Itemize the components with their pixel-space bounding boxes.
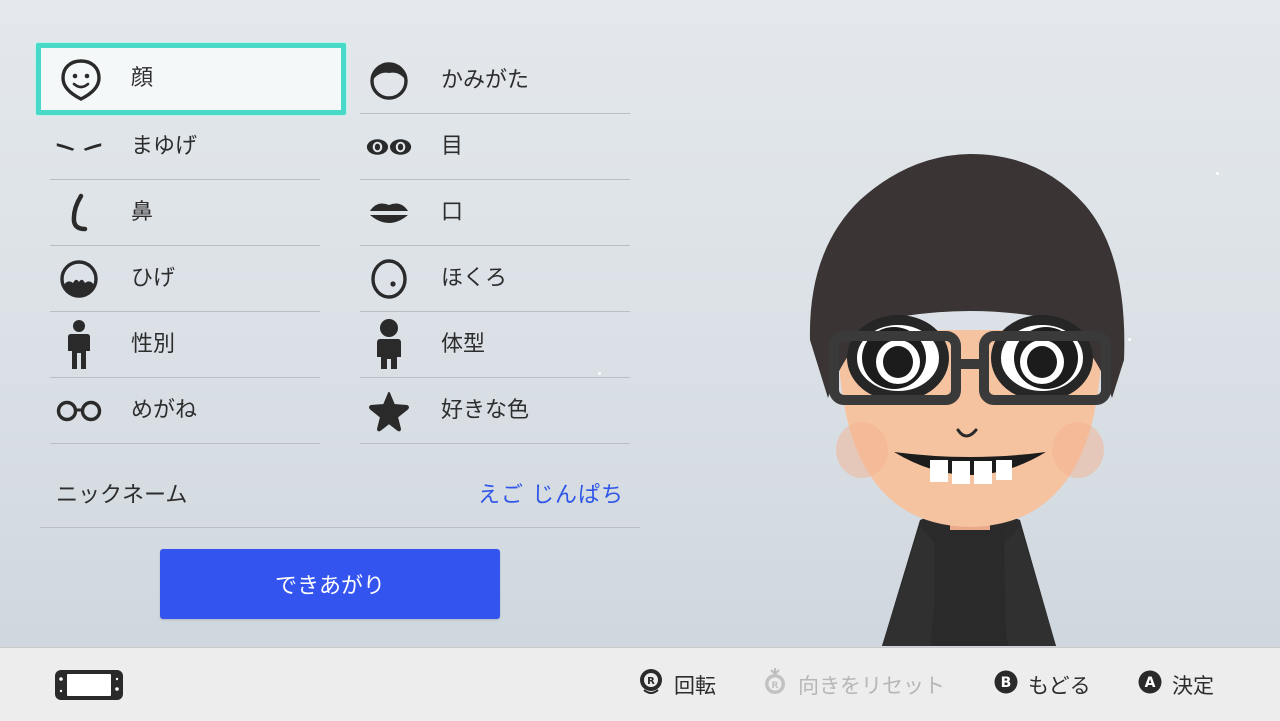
- menu-item-face[interactable]: 顔: [36, 43, 346, 115]
- menu-item-hairstyle[interactable]: かみがた: [350, 48, 630, 114]
- menu-item-eyebrows[interactable]: まゆげ: [40, 114, 320, 180]
- menu-item-label: 目: [441, 134, 464, 159]
- menu-item-glasses[interactable]: めがね: [40, 378, 320, 444]
- nickname-value[interactable]: えご じんぱち: [478, 466, 624, 526]
- divider: [360, 443, 630, 444]
- hint-label: 決定: [1172, 673, 1214, 698]
- r-stick-press-icon: R: [762, 667, 788, 702]
- mouth-icon: [364, 193, 414, 233]
- divider: [40, 527, 640, 528]
- menu-item-beard[interactable]: ひげ: [40, 246, 320, 312]
- body-type-icon: [364, 319, 414, 369]
- menu-item-gender[interactable]: 性別: [40, 312, 320, 378]
- svg-text:A: A: [1145, 675, 1156, 691]
- menu-item-label: かみがた: [441, 68, 530, 93]
- done-button[interactable]: できあがり: [160, 549, 500, 619]
- menu-item-body-type[interactable]: 体型: [350, 312, 630, 378]
- footer-bar: R 回転 R 向きをリセット B もどる A 決定: [0, 647, 1280, 721]
- menu-item-label: ひげ: [131, 266, 176, 291]
- gender-icon: [54, 320, 104, 369]
- mole-icon: [364, 259, 414, 299]
- hairstyle-icon: [364, 61, 414, 101]
- nickname-row[interactable]: ニックネーム えご じんぱち: [40, 466, 640, 528]
- sparkle: [598, 372, 601, 375]
- hint-reset-orientation: R 向きをリセット: [762, 648, 945, 721]
- menu-item-label: めがね: [131, 398, 198, 423]
- face-icon: [56, 59, 106, 101]
- mii-avatar-preview[interactable]: [790, 130, 1150, 651]
- menu-item-eyes[interactable]: 目: [350, 114, 630, 180]
- svg-text:R: R: [772, 681, 779, 691]
- menu-item-mole[interactable]: ほくろ: [350, 246, 630, 312]
- nose-icon: [54, 193, 104, 233]
- menu-item-label: ほくろ: [441, 266, 508, 291]
- svg-text:B: B: [1001, 675, 1012, 691]
- beard-icon: [54, 259, 104, 299]
- glasses-icon: [54, 391, 104, 431]
- hint-rotate[interactable]: R 回転: [638, 648, 716, 721]
- eyes-icon: [364, 127, 414, 167]
- menu-item-label: 体型: [441, 332, 486, 357]
- menu-item-label: 好きな色: [441, 398, 530, 423]
- menu-item-label: 顔: [131, 66, 154, 91]
- divider: [50, 443, 320, 444]
- hint-label: 回転: [674, 673, 716, 698]
- hint-back[interactable]: B もどる: [994, 648, 1091, 721]
- nickname-label: ニックネーム: [56, 483, 188, 508]
- r-stick-icon: R: [638, 668, 664, 701]
- menu-item-favorite-color[interactable]: 好きな色: [350, 378, 630, 444]
- hint-label: 向きをリセット: [798, 673, 945, 698]
- hint-label: もどる: [1028, 673, 1091, 698]
- handheld-console-icon: [54, 669, 124, 705]
- menu-item-nose[interactable]: 鼻: [40, 180, 320, 246]
- menu-item-label: 鼻: [131, 200, 154, 225]
- menu-item-label: まゆげ: [131, 134, 198, 159]
- a-button-icon: A: [1138, 670, 1162, 699]
- sparkle: [1216, 172, 1219, 175]
- menu-item-label: 性別: [131, 332, 176, 357]
- svg-text:R: R: [647, 676, 655, 687]
- eyebrows-icon: [54, 127, 104, 167]
- b-button-icon: B: [994, 670, 1018, 699]
- menu-item-mouth[interactable]: 口: [350, 180, 630, 246]
- hint-confirm[interactable]: A 決定: [1138, 648, 1214, 721]
- menu-item-label: 口: [441, 200, 464, 225]
- favorite-color-icon: [364, 391, 414, 432]
